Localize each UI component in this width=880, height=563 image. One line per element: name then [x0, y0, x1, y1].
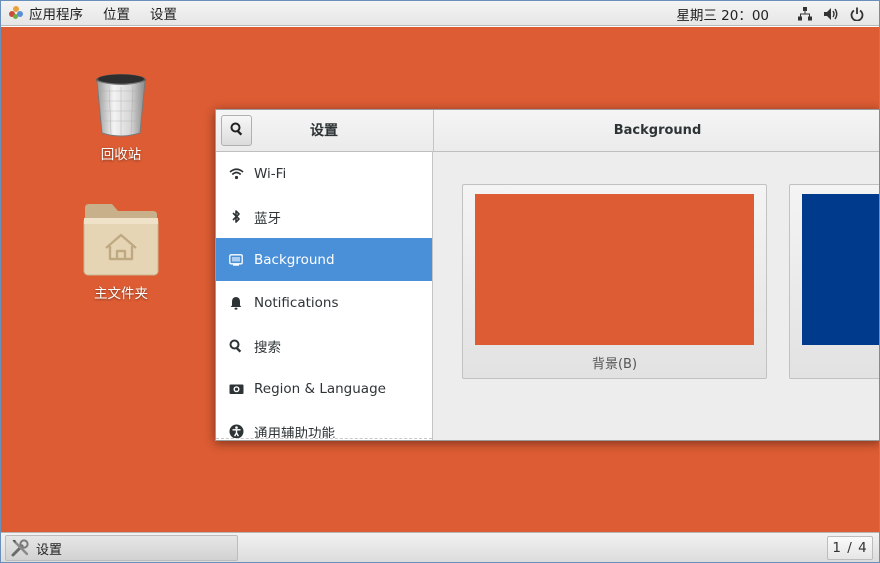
search-icon [230, 122, 244, 140]
background-card-label: 背景(B) [591, 357, 638, 372]
window-header: 设置 Background [216, 110, 879, 152]
sidebar-scroll-edge [216, 438, 432, 440]
places-menu-label: 位置 [103, 7, 130, 23]
desktop-icon-trash[interactable]: 回收站 [71, 71, 171, 163]
sidebar-item-label: Notifications [254, 294, 339, 311]
sidebar-item-label: 搜索 [254, 339, 281, 356]
bottom-panel: 设置 1 / 4 [1, 532, 879, 562]
places-menu[interactable]: 位置 [93, 1, 140, 25]
sidebar-item-label: 蓝牙 [254, 210, 281, 227]
sidebar-item-region[interactable]: Region & Language [216, 367, 432, 410]
sidebar-item-notifications[interactable]: Notifications [216, 281, 432, 324]
panel-menu: 应用程序 位置 设置 [1, 1, 187, 25]
applications-menu-label: 应用程序 [29, 7, 83, 23]
sidebar-item-search[interactable]: 搜索 [216, 324, 432, 367]
trash-icon [93, 71, 149, 139]
settings-window: 设置 Background Wi-Fi 蓝牙 Background Notifi… [215, 109, 879, 441]
sidebar-item-bluetooth[interactable]: 蓝牙 [216, 195, 432, 238]
desktop-icon-label: 主文件夹 [94, 286, 148, 302]
background-icon [228, 252, 244, 268]
background-preview [475, 194, 754, 345]
sidebar-item-wifi[interactable]: Wi-Fi [216, 152, 432, 195]
panel-title: Background [613, 123, 702, 138]
network-icon[interactable] [797, 6, 813, 22]
panel-status-area: 星期三 20：00 [676, 1, 879, 26]
taskbar-window-label: 设置 [36, 542, 63, 558]
power-icon[interactable] [849, 6, 865, 22]
sidebar-item-accessibility[interactable]: 通用辅助功能 [216, 410, 432, 440]
workspace-switcher[interactable]: 1 / 4 [827, 536, 873, 560]
search-icon [228, 338, 244, 354]
top-panel: 应用程序 位置 设置 星期三 20：00 [1, 1, 879, 26]
lock-screen-card[interactable] [789, 184, 879, 379]
lock-screen-preview [802, 194, 879, 345]
sidebar-item-label: Background [254, 251, 335, 268]
home-folder-icon [82, 202, 160, 278]
settings-menu[interactable]: 设置 [140, 1, 187, 25]
wifi-icon [228, 166, 244, 182]
bluetooth-icon [228, 209, 244, 225]
region-icon [228, 381, 244, 397]
sidebar-item-background[interactable]: Background [216, 238, 432, 281]
clock[interactable]: 星期三 20：00 [676, 4, 769, 24]
screen: 应用程序 位置 设置 星期三 20：00 回收站 主文件夹 设置 Backgro… [0, 0, 880, 563]
background-card[interactable]: 背景(B) [462, 184, 767, 379]
desktop-icon-label: 回收站 [100, 147, 142, 163]
sidebar-item-label: Region & Language [254, 380, 386, 397]
applications-menu[interactable]: 应用程序 [7, 1, 93, 25]
sidebar-item-label: Wi-Fi [254, 165, 287, 182]
background-panel: 背景(B) [434, 152, 879, 440]
settings-menu-label: 设置 [150, 7, 177, 23]
bell-icon [228, 295, 244, 311]
desktop-icon-home[interactable]: 主文件夹 [71, 202, 171, 302]
settings-sidebar[interactable]: Wi-Fi 蓝牙 Background Notifications 搜索 Reg… [216, 152, 433, 440]
taskbar-window-button[interactable]: 设置 [5, 535, 238, 561]
gnome-apps-icon [9, 6, 23, 20]
search-button[interactable] [221, 115, 252, 146]
settings-tools-icon [10, 538, 30, 558]
volume-icon[interactable] [823, 6, 839, 22]
